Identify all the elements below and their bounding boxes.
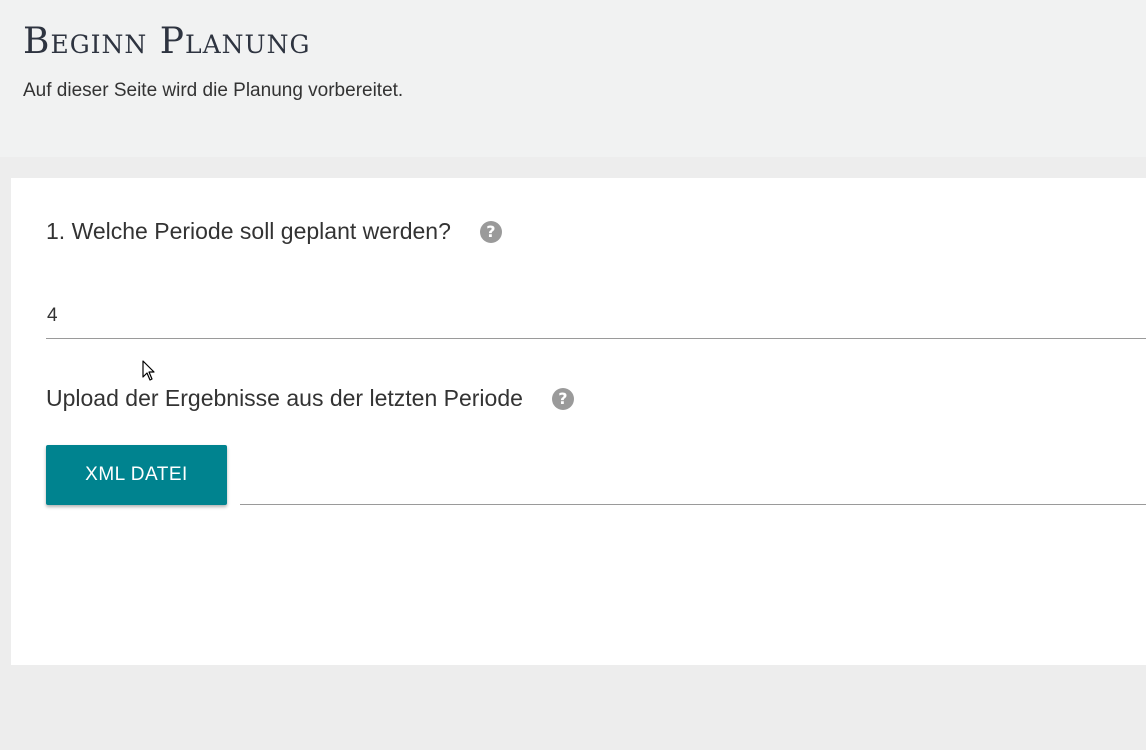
file-path-field[interactable] [240, 457, 1146, 505]
help-icon[interactable]: ? [551, 387, 574, 410]
page-header: Beginn Planung Auf dieser Seite wird die… [0, 0, 1146, 157]
period-question-label: 1. Welche Periode soll geplant werden? [46, 218, 451, 244]
help-icon[interactable]: ? [479, 220, 502, 243]
page-subtitle: Auf dieser Seite wird die Planung vorber… [23, 80, 404, 101]
upload-question-label: Upload der Ergebnisse aus der letzten Pe… [46, 385, 523, 411]
mouse-pointer-icon [142, 360, 155, 381]
planning-form-card: 1. Welche Periode soll geplant werden? ?… [11, 178, 1146, 665]
upload-question: Upload der Ergebnisse aus der letzten Pe… [46, 385, 574, 412]
period-input[interactable] [46, 293, 1146, 339]
period-question: 1. Welche Periode soll geplant werden? ? [46, 218, 502, 245]
xml-file-upload-button[interactable]: XML DATEI [46, 445, 227, 505]
page-title: Beginn Planung [23, 21, 311, 62]
